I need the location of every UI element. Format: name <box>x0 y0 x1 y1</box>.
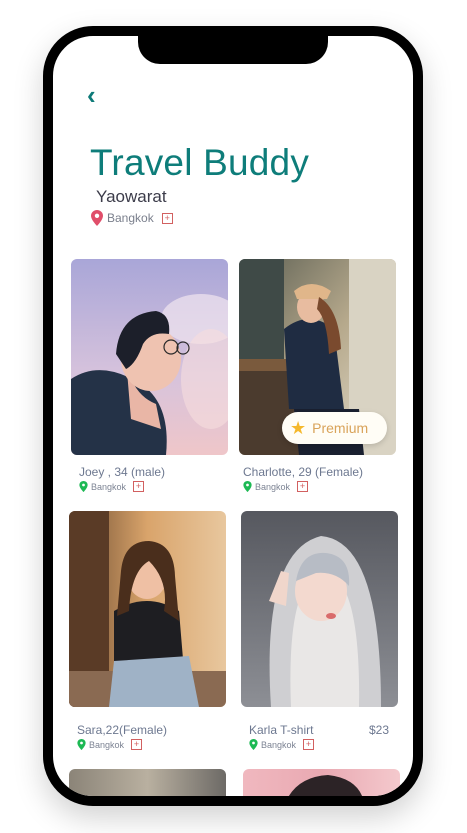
buddy-photo <box>69 511 226 707</box>
expand-icon[interactable]: + <box>133 481 145 492</box>
buddy-location: Bangkok <box>255 481 291 492</box>
location-pin-icon <box>91 210 103 226</box>
buddy-card-partial[interactable] <box>243 769 400 796</box>
chevron-left-icon: ‹ <box>87 80 96 110</box>
expand-icon[interactable]: + <box>131 739 143 750</box>
location-pin-icon <box>249 739 258 750</box>
header-location-label: Bangkok <box>107 211 154 225</box>
expand-icon[interactable]: + <box>161 212 173 224</box>
buddy-info-karla: Karla T-shirt Bangkok + <box>249 723 315 750</box>
buddy-location: Bangkok <box>89 739 125 750</box>
buddy-location: Bangkok <box>261 739 297 750</box>
buddy-info-charlotte: Charlotte, 29 (Female) Bangkok + <box>243 465 363 492</box>
buddy-name: Charlotte, 29 (Female) <box>243 465 364 479</box>
buddy-name: Sara,22(Female) <box>77 723 168 737</box>
phone-notch <box>138 36 328 64</box>
star-icon: ★ <box>290 418 307 438</box>
expand-icon[interactable]: + <box>303 739 315 750</box>
phone-frame: ‹ Travel Buddy Yaowarat Bangkok + Joey ,… <box>43 26 423 806</box>
buddy-location: Bangkok <box>91 481 127 492</box>
buddy-photo <box>288 775 363 796</box>
header-location: Bangkok + <box>91 210 173 226</box>
back-button[interactable]: ‹ <box>87 82 96 108</box>
buddy-info-sara: Sara,22(Female) Bangkok + <box>77 723 167 750</box>
buddy-card-partial[interactable] <box>69 769 226 796</box>
buddy-name: Karla T-shirt <box>249 723 314 737</box>
expand-icon[interactable]: + <box>297 481 309 492</box>
location-pin-icon <box>79 481 88 492</box>
premium-badge: ★ Premium <box>282 412 387 444</box>
buddy-photo <box>71 259 228 455</box>
premium-label: Premium <box>312 420 369 436</box>
location-pin-icon <box>77 739 86 750</box>
buddy-name: Joey , 34 (male) <box>79 465 166 479</box>
buddy-card-joey[interactable] <box>71 259 228 455</box>
buddy-card-charlotte[interactable]: ★ Premium <box>239 259 396 455</box>
location-pin-icon <box>243 481 252 492</box>
buddy-card-karla[interactable] <box>241 511 398 707</box>
buddy-card-sara[interactable] <box>69 511 226 707</box>
page-title: Travel Buddy <box>90 142 310 183</box>
page-subtitle: Yaowarat <box>96 187 167 206</box>
buddy-price: $23 <box>369 723 390 737</box>
buddy-photo <box>241 511 398 707</box>
buddy-info-joey: Joey , 34 (male) Bangkok + <box>79 465 165 492</box>
